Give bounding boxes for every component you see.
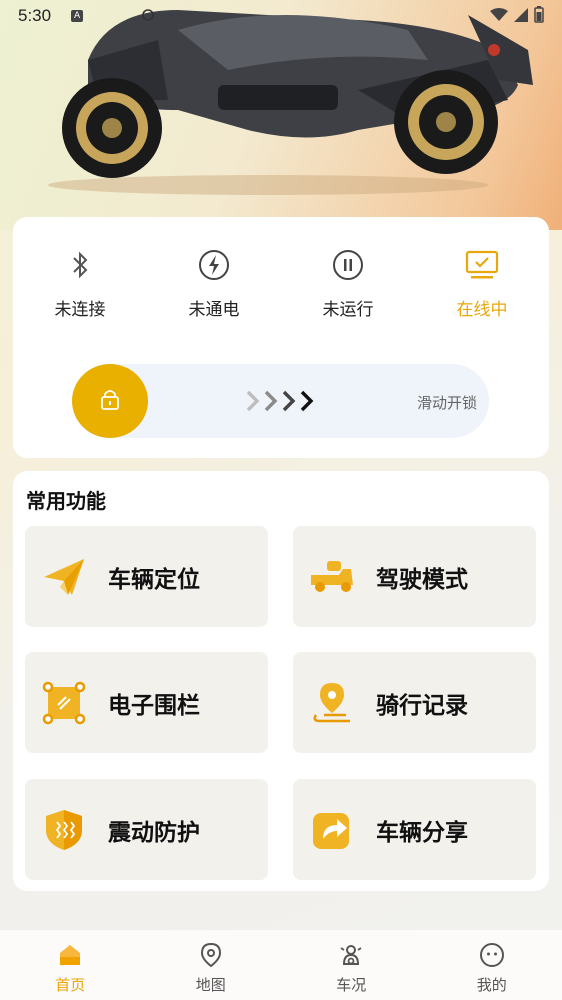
unlock-slider[interactable]: 滑动开锁 <box>72 364 489 438</box>
nav-label: 车况 <box>336 976 367 994</box>
tile-label: 电子围栏 <box>108 692 200 719</box>
tile-label: 驾驶模式 <box>376 566 468 593</box>
tile-label: 震动防护 <box>108 819 200 846</box>
tile-label: 骑行记录 <box>376 692 468 719</box>
wifi-icon <box>490 7 508 26</box>
pause-icon <box>328 245 368 285</box>
tile-label: 车辆定位 <box>108 566 200 593</box>
notification-dot-icon <box>141 7 155 26</box>
tile-driving-mode[interactable]: 驾驶模式 <box>293 526 536 627</box>
status-label: 未通电 <box>188 300 240 320</box>
battery-icon <box>534 5 544 27</box>
nav-vehicle-status[interactable]: 车况 <box>281 930 422 1000</box>
monitor-check-icon <box>462 245 502 285</box>
bottom-navigation: 首页 地图 车况 我的 <box>0 930 562 1000</box>
status-indicators: 未连接 未通电 未运行 在线中 <box>13 245 549 320</box>
location-pin-icon <box>308 679 356 727</box>
slide-arrows-icon <box>244 388 320 418</box>
tile-label: 车辆分享 <box>376 819 468 846</box>
scooter-icon <box>308 553 356 601</box>
power-bolt-icon <box>194 245 234 285</box>
tile-vibration-protection[interactable]: 震动防护 <box>25 779 268 880</box>
vehicle-status-card: 未连接 未通电 未运行 在线中 滑动开锁 <box>13 217 549 458</box>
slider-text: 滑动开锁 <box>416 394 477 412</box>
status-online[interactable]: 在线中 <box>415 245 549 320</box>
status-power[interactable]: 未通电 <box>147 245 281 320</box>
nav-label: 首页 <box>55 976 86 994</box>
nav-map[interactable]: 地图 <box>141 930 282 1000</box>
tile-electronic-fence[interactable]: 电子围栏 <box>25 652 268 753</box>
vehicle-status-icon <box>338 942 364 968</box>
nav-label: 我的 <box>476 976 507 994</box>
unlock-slider-knob[interactable] <box>72 364 148 438</box>
status-bar: 5:30 A <box>0 0 562 32</box>
map-pin-icon <box>198 942 224 968</box>
nav-label: 地图 <box>195 976 226 994</box>
hero-banner: 5:30 A <box>0 0 562 230</box>
profile-icon <box>479 942 505 968</box>
tile-vehicle-share[interactable]: 车辆分享 <box>293 779 536 880</box>
nav-profile[interactable]: 我的 <box>422 930 562 1000</box>
tile-riding-record[interactable]: 骑行记录 <box>293 652 536 753</box>
share-icon <box>308 806 356 854</box>
status-label: 未连接 <box>54 300 106 320</box>
status-running[interactable]: 未运行 <box>281 245 415 320</box>
status-label: 未运行 <box>322 300 374 320</box>
status-bluetooth[interactable]: 未连接 <box>13 245 147 320</box>
fence-icon <box>40 679 88 727</box>
paper-plane-icon <box>40 553 88 601</box>
section-title: 常用功能 <box>26 489 106 513</box>
tile-vehicle-location[interactable]: 车辆定位 <box>25 526 268 627</box>
status-time: 5:30 <box>18 6 52 25</box>
notification-a-icon: A <box>71 10 84 22</box>
lock-icon <box>99 387 121 415</box>
nav-home[interactable]: 首页 <box>0 930 141 1000</box>
signal-icon <box>514 7 528 26</box>
common-functions-card: 常用功能 车辆定位 驾驶模式 电子围栏 骑行记录 震动防护 车辆分享 <box>13 471 549 891</box>
home-icon <box>57 942 83 968</box>
bluetooth-icon <box>60 245 100 285</box>
status-label: 在线中 <box>456 300 508 320</box>
shield-icon <box>40 806 88 854</box>
